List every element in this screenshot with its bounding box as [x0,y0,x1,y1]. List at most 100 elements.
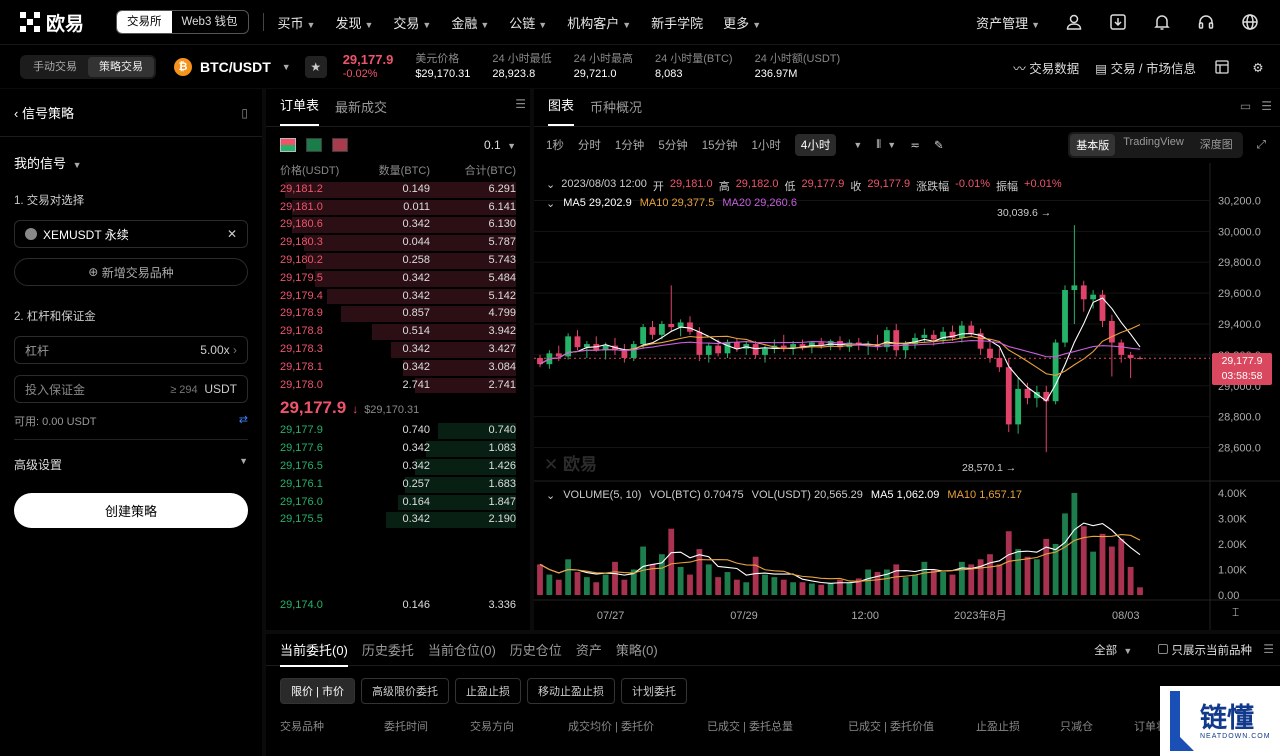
window-icon[interactable]: ▭ [1240,99,1251,113]
pair-selector[interactable]: ₿ BTC/USDT ▼ ★ [174,55,327,78]
nav-item-4[interactable]: 公链 ▼ [509,13,547,32]
indicator-icon[interactable]: ≂ [910,138,920,152]
drag-handle-icon[interactable]: ☰ [515,97,526,111]
star-icon[interactable]: ★ [304,55,327,78]
expand-icon[interactable]: ⤢ [1257,139,1266,152]
tab-strategy-trade[interactable]: 策略交易 [88,56,154,77]
nav-item-3[interactable]: 金融 ▼ [451,13,489,32]
bids-only-icon[interactable] [306,138,322,152]
strategy-back[interactable]: ‹ 信号策略 [14,103,74,122]
gear-icon[interactable]: ⚙ [1248,57,1268,77]
collapse-icon[interactable]: ⌄ [546,197,555,210]
filter-dropdown[interactable]: 全部 ▼ [1094,642,1132,658]
ask-row[interactable]: 29,180.6 0.342 6.130 [266,216,530,234]
nav-item-1[interactable]: 发现 ▼ [335,13,373,32]
orders-tab-3[interactable]: 历史仓位 [510,640,562,659]
create-strategy-button[interactable]: 创建策略 [14,493,248,528]
tab-chart[interactable]: 图表 [548,95,575,126]
globe-icon[interactable] [1240,12,1260,32]
nav-item-0[interactable]: 买币 ▼ [278,13,316,32]
view-tradingview[interactable]: TradingView [1115,134,1192,156]
orders-tab-0[interactable]: 当前委托(0) [280,640,348,667]
chevron-down-icon[interactable]: ▼ [853,140,862,150]
tab-manual-trade[interactable]: 手动交易 [22,57,88,77]
nav-item-2[interactable]: 交易 ▼ [393,13,431,32]
book-icon[interactable]: ▯ [241,106,248,120]
bid-row[interactable]: 29,175.5 0.342 2.190 [266,511,530,529]
my-signal-dropdown[interactable]: 我的信号 ▼ [0,137,262,172]
bid-row[interactable]: 29,176.0 0.164 1.847 [266,494,530,512]
view-depth[interactable]: 深度图 [1192,134,1241,156]
leverage-field[interactable]: 杠杆 5.00x › [14,336,248,364]
drag-handle-icon[interactable]: ☰ [1261,99,1272,113]
tab-latest-trades[interactable]: 最新成交 [335,97,387,126]
ask-row[interactable]: 29,178.3 0.342 3.427 [266,341,530,359]
brand-logo[interactable]: 欧易 [0,9,112,36]
market-info-link[interactable]: ▤ 交易 / 市场信息 [1095,58,1196,77]
collapse-icon[interactable]: ⌄ [546,178,555,194]
bid-row[interactable]: 29,177.9 0.740 0.740 [266,422,530,440]
ask-row[interactable]: 29,178.0 2.741 2.741 [266,377,530,395]
interval-6[interactable]: 4小时 [794,134,837,156]
trade-data-link[interactable]: 〰 交易数据 [1013,58,1079,77]
transfer-icon[interactable]: ⇄ [239,413,248,429]
nav-item-7[interactable]: 更多 ▼ [723,13,761,32]
headset-icon[interactable] [1196,12,1216,32]
ask-row[interactable]: 29,178.8 0.514 3.942 [266,323,530,341]
ask-row[interactable]: 29,179.4 0.342 5.142 [266,288,530,306]
interval-1[interactable]: 分时 [578,137,601,153]
pencil-icon[interactable]: ✎ [934,138,944,152]
drag-handle-icon[interactable]: ☰ [1263,642,1274,656]
view-basic[interactable]: 基本版 [1070,134,1116,156]
only-current-checkbox[interactable]: 只展示当前品种 [1158,642,1252,658]
interval-3[interactable]: 5分钟 [658,137,687,153]
ask-row[interactable]: 29,180.2 0.258 5.743 [266,252,530,270]
add-pair-button[interactable]: ⊕ 新增交易品种 [14,258,248,286]
ask-row[interactable]: 29,181.0 0.011 6.141 [266,199,530,217]
order-type-1[interactable]: 高级限价委托 [360,678,449,704]
orders-tab-4[interactable]: 资产 [576,640,602,659]
layout-icon[interactable] [1212,57,1232,77]
pair-field[interactable]: XEMUSDT 永续 ✕ [14,220,248,248]
candle-type-icon[interactable]: ⫴ ▼ [876,139,896,152]
close-icon[interactable]: ✕ [227,227,237,241]
margin-input[interactable]: 投入保证金 ≥ 294 USDT [14,375,248,403]
nav-item-6[interactable]: 新手学院 [651,13,703,32]
tab-web3-wallet[interactable]: Web3 钱包 [172,11,248,33]
bid-row-bottom[interactable]: 29,174.0 0.146 3.336 [266,597,530,615]
advanced-settings[interactable]: 高级设置 ▼ [0,440,262,489]
bell-icon[interactable] [1152,12,1172,32]
asset-menu[interactable]: 资产管理 ▼ [976,13,1040,32]
ask-row[interactable]: 29,181.2 0.149 6.291 [266,181,530,199]
nav-item-5[interactable]: 机构客户 ▼ [567,13,631,32]
collapse-icon[interactable]: ⌄ [546,489,555,502]
order-type-0[interactable]: 限价 | 市价 [280,678,355,704]
orders-tab-1[interactable]: 历史委托 [362,640,414,659]
interval-4[interactable]: 15分钟 [702,137,738,153]
ask-row[interactable]: 29,179.5 0.342 5.484 [266,270,530,288]
orders-tab-2[interactable]: 当前仓位(0) [428,640,496,659]
order-type-3[interactable]: 移动止盈止损 [526,678,615,704]
orders-tab-5[interactable]: 策略(0) [616,640,658,659]
interval-0[interactable]: 1秒 [546,137,564,153]
precision-select[interactable]: 0.1 ▼ [484,138,516,152]
both-sides-icon[interactable] [280,138,296,152]
tab-exchange[interactable]: 交易所 [117,11,172,33]
order-type-2[interactable]: 止盈止损 [454,678,521,704]
ask-row[interactable]: 29,178.1 0.342 3.084 [266,359,530,377]
order-type-4[interactable]: 计划委托 [620,678,687,704]
tab-coin-overview[interactable]: 币种概况 [590,97,642,126]
interval-5[interactable]: 1小时 [752,137,781,153]
interval-2[interactable]: 1分钟 [615,137,644,153]
candlestick-chart[interactable]: 30,200.0 30,000.0 29,800.0 29,600.0 29,400.0… [534,163,1280,630]
bid-row[interactable]: 29,176.1 0.257 1.683 [266,476,530,494]
download-icon[interactable] [1108,12,1128,32]
cursor-icon[interactable]: ⌶ [1232,605,1239,620]
user-icon[interactable] [1064,12,1084,32]
tab-orderbook[interactable]: 订单表 [280,95,320,126]
bid-row[interactable]: 29,176.5 0.342 1.426 [266,458,530,476]
ask-row[interactable]: 29,178.9 0.857 4.799 [266,305,530,323]
ask-row[interactable]: 29,180.3 0.044 5.787 [266,234,530,252]
bid-row[interactable]: 29,177.6 0.342 1.083 [266,440,530,458]
asks-only-icon[interactable] [332,138,348,152]
